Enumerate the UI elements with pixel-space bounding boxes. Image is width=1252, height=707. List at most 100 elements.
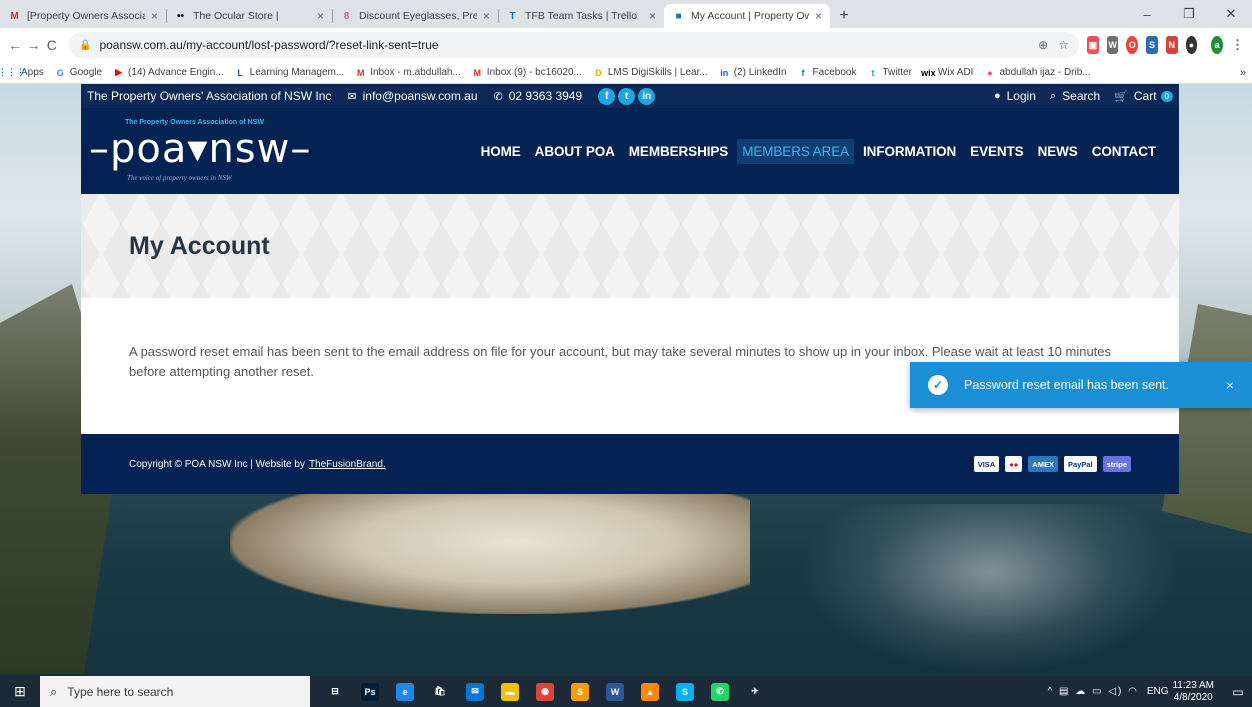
nav-item-information[interactable]: INFORMATION: [858, 139, 961, 164]
tab-close-icon[interactable]: ×: [317, 9, 324, 23]
bookmark-item[interactable]: f Facebook: [798, 67, 857, 78]
browser-tab-3[interactable]: 8 Discount Eyeglasses, Prescription ×: [332, 4, 498, 28]
bookmark-item[interactable]: in (2) LinkedIn: [719, 67, 787, 78]
browser-tab-4[interactable]: T TFB Team Tasks | Trello ×: [498, 4, 664, 28]
email-text: info@poansw.com.au: [362, 89, 478, 103]
bookmark-item[interactable]: M Inbox - m.abdullah...: [355, 67, 461, 78]
nav-item-members-area[interactable]: MEMBERS AREA: [737, 138, 855, 164]
bookmark-item[interactable]: G Google: [55, 67, 102, 78]
site-footer: Copyright © POA NSW Inc | Website by The…: [81, 434, 1179, 494]
bookmarks-overflow-icon[interactable]: »: [1240, 67, 1246, 79]
taskbar-app-glyph: S: [676, 682, 694, 701]
new-tab-button[interactable]: +: [830, 4, 858, 28]
language-indicator[interactable]: ENG: [1147, 686, 1169, 697]
window-controls: – ❐ ✕: [1126, 0, 1252, 28]
close-window-icon[interactable]: ✕: [1210, 0, 1252, 28]
maximize-icon[interactable]: ❐: [1168, 0, 1210, 28]
extension-icon-6[interactable]: ●: [1185, 36, 1198, 54]
taskbar-app-icon[interactable]: e: [389, 676, 421, 707]
bookmark-icon: ▶: [115, 67, 122, 77]
tab-close-icon[interactable]: ×: [649, 9, 656, 23]
bookmark-item[interactable]: ⋮⋮⋮ Apps: [0, 67, 44, 78]
browser-tab-2[interactable]: •• The Ocular Store | ×: [166, 4, 332, 28]
taskbar-app-icon[interactable]: S: [564, 676, 596, 707]
minimize-icon[interactable]: –: [1126, 0, 1168, 28]
taskbar-app-icon[interactable]: ◉: [529, 676, 561, 707]
zoom-icon[interactable]: ⊕: [1038, 38, 1048, 52]
tab-close-icon[interactable]: ×: [483, 9, 490, 23]
taskbar-search-box[interactable]: ⌕ Type here to search: [40, 676, 310, 707]
bookmark-star-icon[interactable]: ☆: [1058, 38, 1069, 52]
bookmark-item[interactable]: t Twitter: [867, 67, 911, 78]
bookmark-label: (14) Advance Engin...: [128, 67, 224, 78]
cart-link[interactable]: 🛒 Cart 0: [1114, 89, 1173, 103]
bookmark-item[interactable]: wix Wix ADI: [921, 67, 973, 78]
extension-icon-2[interactable]: W: [1106, 36, 1119, 54]
windows-start-icon[interactable]: ⊞: [0, 676, 40, 707]
reload-icon[interactable]: C: [45, 34, 59, 56]
logo-tagline-bottom: The voice of property owners in NSW: [127, 174, 232, 182]
bookmark-item[interactable]: ▶ (14) Advance Engin...: [113, 67, 224, 78]
tab-close-icon[interactable]: ×: [815, 9, 822, 23]
social-icon-2[interactable]: in: [638, 87, 656, 105]
taskbar-app-icon[interactable]: ▬: [494, 676, 526, 707]
browser-tab-5[interactable]: ■ My Account | Property Owners A ×: [664, 4, 830, 28]
site-logo[interactable]: The Property Owners Association of NSW –…: [89, 116, 319, 186]
tab-title: My Account | Property Owners A: [691, 10, 809, 22]
nav-item-about-poa[interactable]: ABOUT POA: [530, 139, 620, 164]
toast-close-icon[interactable]: ×: [1226, 377, 1234, 393]
taskbar-app-icon[interactable]: ✆: [704, 676, 736, 707]
credit-link[interactable]: TheFusionBrand.: [309, 459, 386, 470]
taskbar-app-glyph: ▬: [501, 682, 519, 701]
tab-favicon-icon: ••: [176, 10, 184, 22]
search-link[interactable]: ⌕ Search: [1050, 89, 1100, 103]
tab-title: [Property Owners Association of: [27, 10, 145, 22]
bookmark-label: (2) LinkedIn: [733, 67, 787, 78]
address-bar[interactable]: 🔒 poansw.com.au/my-account/lost-password…: [68, 32, 1079, 58]
site-container: The Property Owners' Association of NSW …: [81, 84, 1179, 494]
user-icon: ●: [993, 90, 1001, 102]
taskbar-app-icon[interactable]: ✉: [459, 676, 491, 707]
bookmark-item[interactable]: M Inbox (9) - bc16020...: [472, 67, 582, 78]
extension-icon-5[interactable]: N: [1165, 36, 1178, 54]
taskbar-app-icon[interactable]: ✈: [739, 676, 771, 707]
tab-close-icon[interactable]: ×: [151, 9, 158, 23]
bookmark-item[interactable]: ● abdullah ijaz - Drib...: [984, 67, 1090, 78]
forward-icon[interactable]: →: [26, 34, 40, 56]
background-opera-house: [230, 494, 750, 614]
tab-title: Discount Eyeglasses, Prescription: [359, 10, 477, 22]
bookmark-item[interactable]: L Learning Managem...: [235, 67, 344, 78]
nav-item-contact[interactable]: CONTACT: [1087, 139, 1161, 164]
taskbar-app-icon[interactable]: S: [669, 676, 701, 707]
browser-tab-1[interactable]: M [Property Owners Association of ×: [0, 4, 166, 28]
login-text: Login: [1006, 89, 1036, 103]
nav-item-home[interactable]: HOME: [476, 139, 526, 164]
extension-icon-4[interactable]: S: [1146, 36, 1158, 54]
extension-icon-1[interactable]: ▣: [1086, 36, 1099, 54]
bookmark-label: Inbox (9) - bc16020...: [486, 67, 582, 78]
taskbar-app-icon[interactable]: ⊟: [319, 676, 351, 707]
url-text: poansw.com.au/my-account/lost-password/?…: [99, 38, 439, 52]
bookmark-label: Twitter: [882, 67, 912, 78]
phone-link[interactable]: ✆ 02 9363 3949: [494, 89, 583, 103]
email-link[interactable]: ✉ info@poansw.com.au: [347, 89, 477, 103]
profile-avatar[interactable]: a: [1211, 36, 1224, 54]
toast-notification: ✓ Password reset email has been sent. ×: [910, 362, 1252, 408]
nav-item-news[interactable]: NEWS: [1033, 139, 1083, 164]
nav-item-memberships[interactable]: MEMBERSHIPS: [624, 139, 733, 164]
extension-icon-3[interactable]: O: [1126, 36, 1139, 54]
back-icon[interactable]: ←: [8, 34, 22, 56]
social-icon-1[interactable]: t: [618, 87, 636, 105]
tray-icons[interactable]: ^ ▤ ☁ ▭ ◁) ◠: [1048, 686, 1139, 697]
notification-center-icon[interactable]: ▭: [1224, 676, 1252, 707]
taskbar-app-icon[interactable]: Ps: [354, 676, 386, 707]
nav-item-events[interactable]: EVENTS: [965, 139, 1028, 164]
login-link[interactable]: ● Login: [994, 89, 1036, 103]
menu-kebab-icon[interactable]: ⋮: [1231, 36, 1244, 54]
bookmark-item[interactable]: D LMS DigiSkills | Lear...: [593, 67, 708, 78]
taskbar-app-icon[interactable]: 🛍: [424, 676, 456, 707]
taskbar-app-icon[interactable]: ▲: [634, 676, 666, 707]
social-icon-0[interactable]: f: [598, 87, 616, 105]
taskbar-app-icon[interactable]: W: [599, 676, 631, 707]
clock[interactable]: 11:23 AM 4/8/2020: [1172, 680, 1214, 704]
